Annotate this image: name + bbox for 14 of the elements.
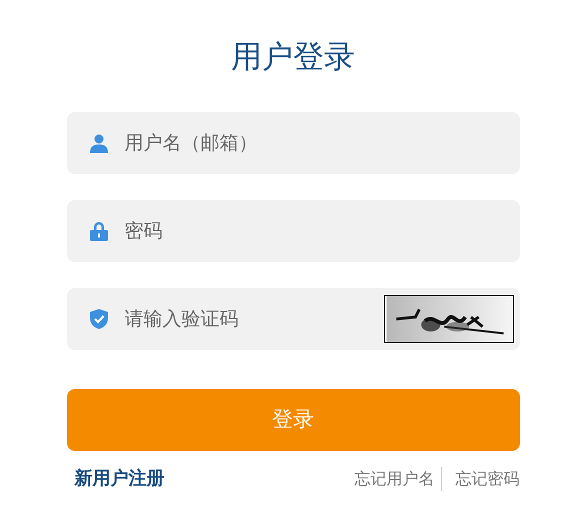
input-field[interactable]: 用户名（邮箱） [66,112,520,174]
user-icon [88,133,108,153]
forgot-link[interactable]: 忘记密码 [440,466,520,490]
text-input[interactable]: 用户名（邮箱） [124,128,514,158]
lock-icon [88,221,108,241]
text-input[interactable]: 密码 [124,216,514,246]
text-input[interactable]: 请输入验证码 [124,304,368,334]
input-field[interactable]: 请输入验证码 [66,288,520,350]
input-field[interactable]: 密码 [66,200,520,262]
login-button[interactable]: 登录 [66,389,520,451]
page-title: 用户登录 [231,38,355,77]
register-link[interactable]: 新用户注册 [74,465,164,492]
forgot-link[interactable]: 忘记用户名 [354,466,440,490]
shield-icon [88,308,108,330]
